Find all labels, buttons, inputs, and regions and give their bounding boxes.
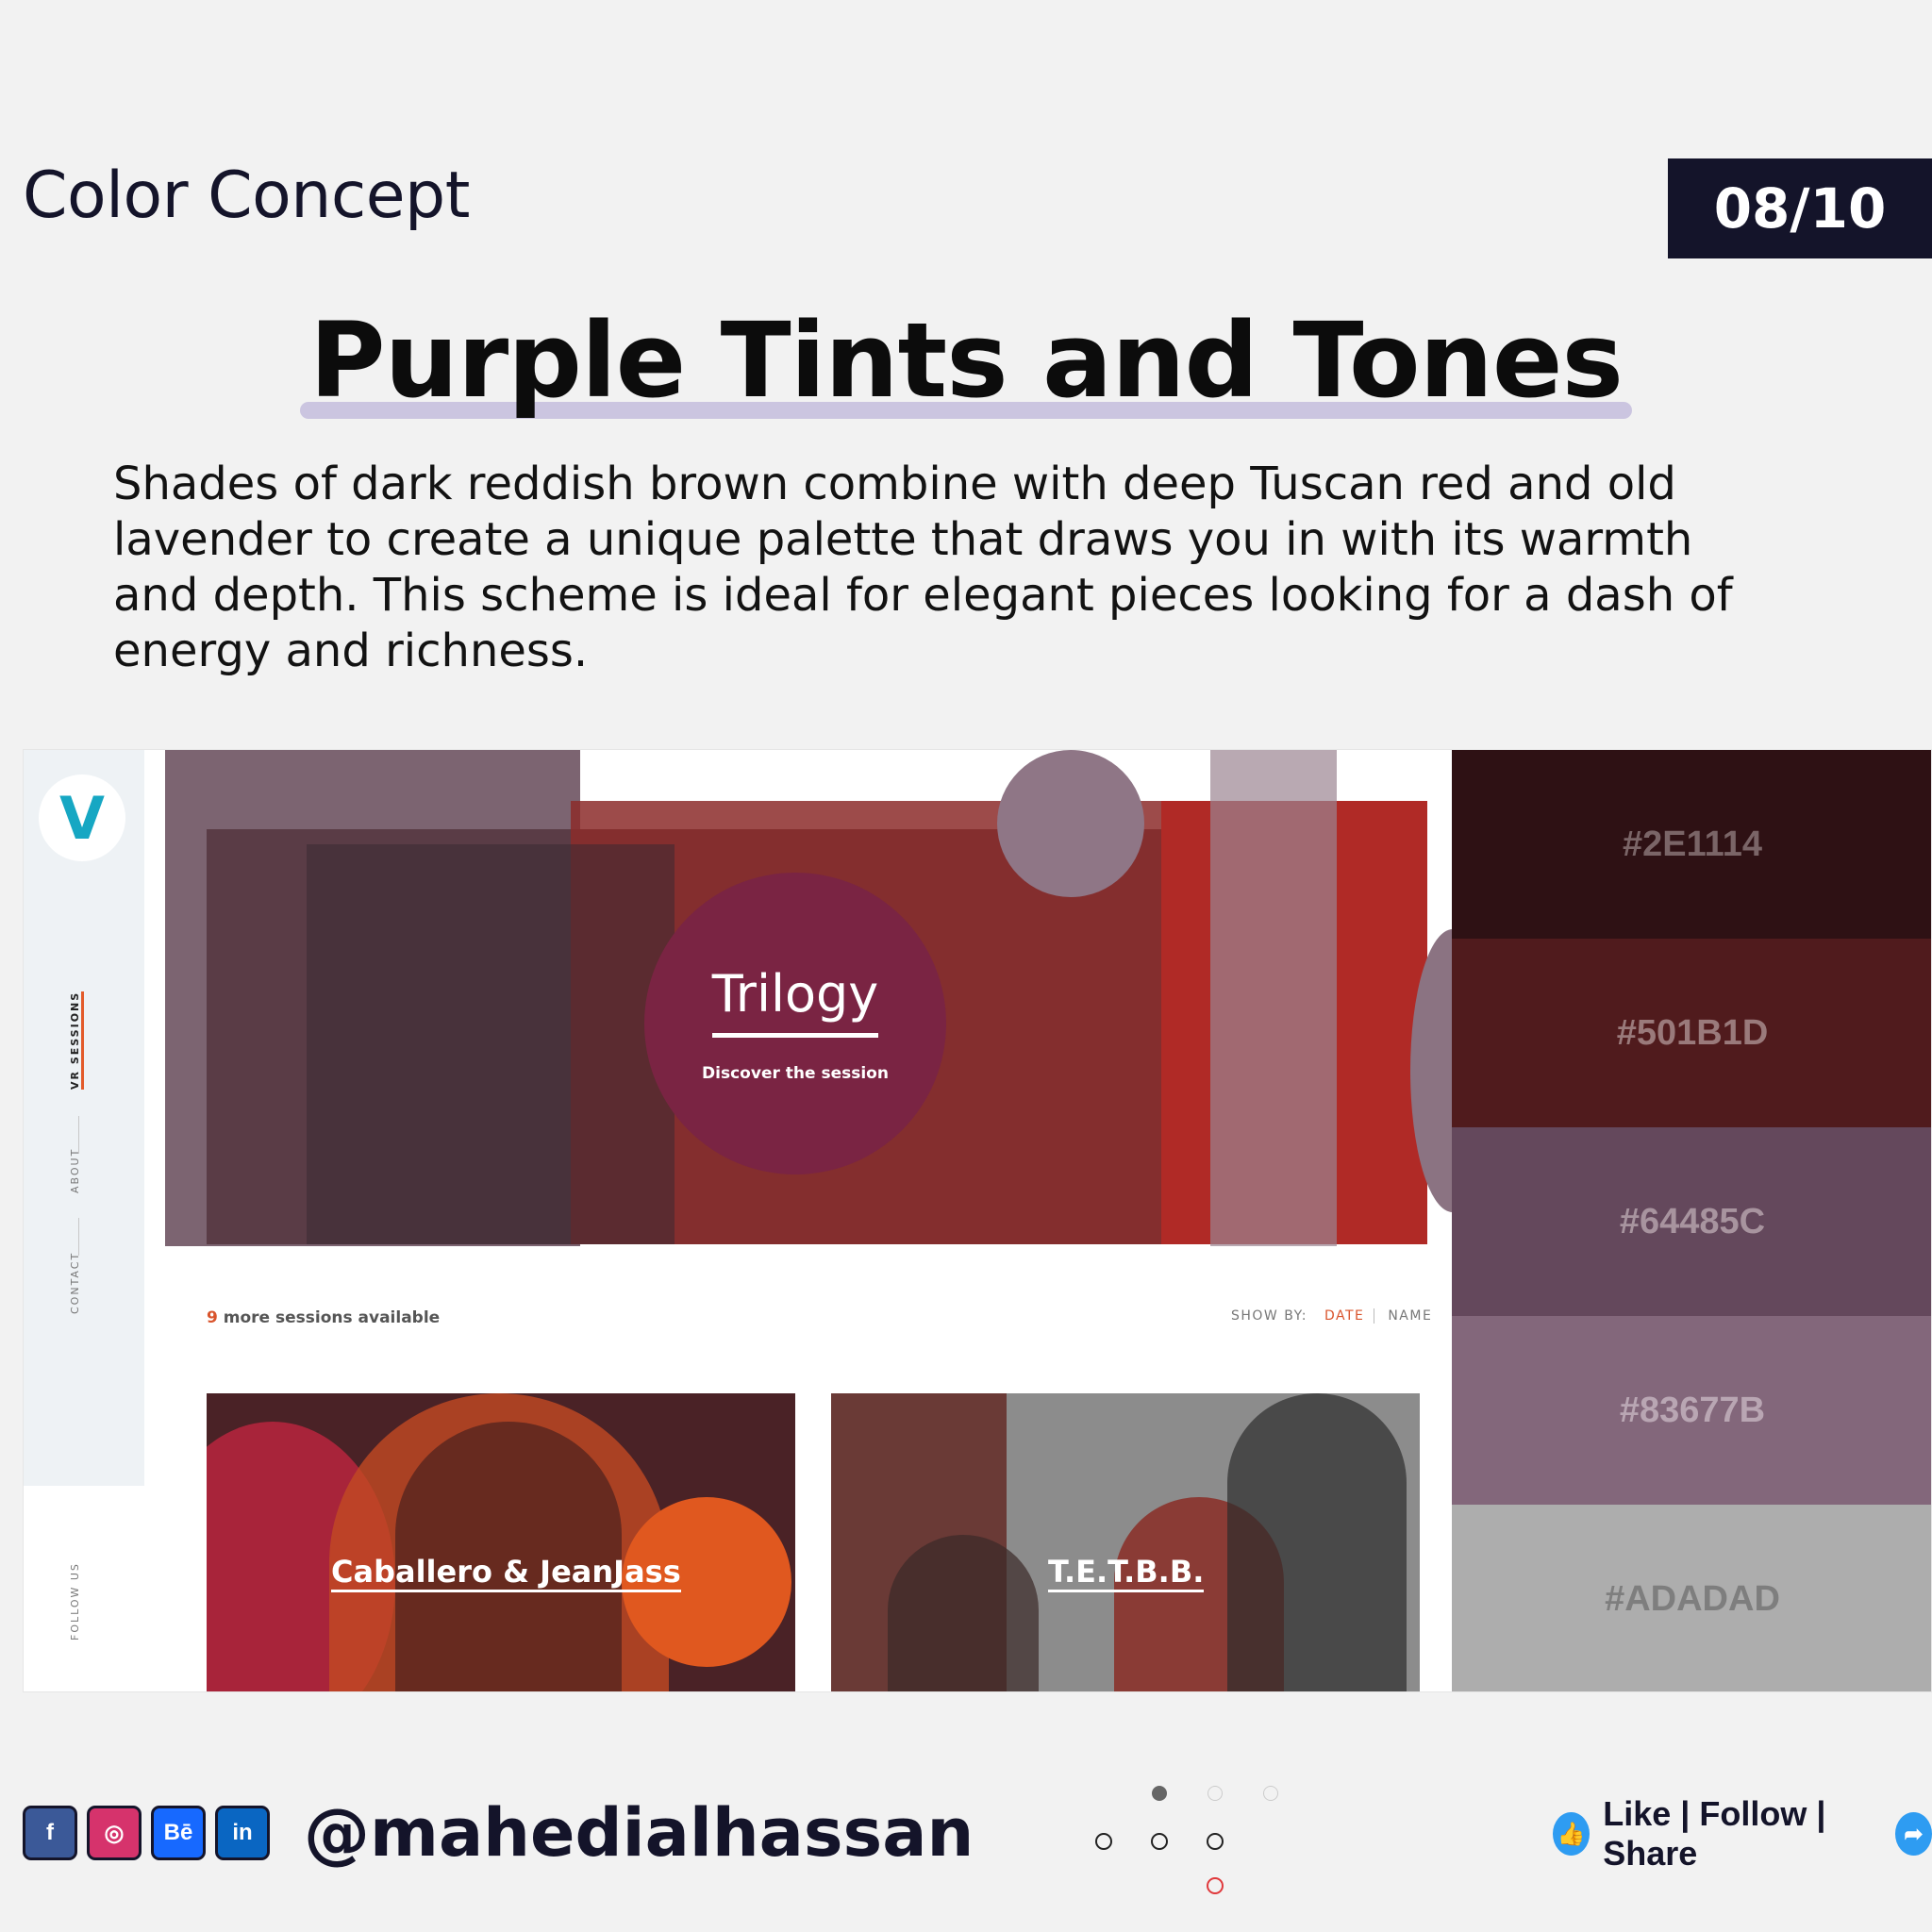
hero-banner[interactable]: Trilogy Discover the session [165,750,1476,1246]
thumbs-up-icon: 👍 [1553,1812,1591,1856]
nav-follow-us[interactable]: FOLLOW US [69,1562,81,1641]
hero-title: Trilogy [711,964,879,1038]
website-mockup: V VR SESSIONS ABOUT CONTACT FOLLOW US Tr… [23,749,1932,1692]
headline: Purple Tints and Tones [300,300,1632,421]
social-handle: @mahedialhassan [304,1794,974,1872]
hero-shape [997,750,1144,897]
pager-ring [1151,1833,1168,1850]
pager-dot [1152,1786,1167,1801]
pager-ring [1095,1833,1112,1850]
sessions-count: 9 [207,1308,218,1327]
swatch-hex: #83677B [1619,1390,1766,1430]
swatch-83677b: #83677B [1452,1316,1931,1505]
share-arrow-icon: ➦ [1894,1812,1932,1856]
swatch-hex: #501B1D [1616,1012,1769,1053]
hero-figure [307,844,675,1244]
mockup-sidebar: V VR SESSIONS ABOUT CONTACT [24,750,144,1486]
hero-session-badge[interactable]: Trilogy Discover the session [644,873,946,1174]
swatch-hex: #2E1114 [1623,824,1762,864]
cta-text: Like | Follow | Share [1603,1794,1826,1873]
show-by-controls: SHOW BY: DATE NAME [1231,1308,1432,1324]
pager-dot [1208,1786,1223,1801]
pager-ring [1207,1833,1224,1850]
headline-container: Purple Tints and Tones [0,300,1932,421]
swatch-64485c: #64485C [1452,1127,1931,1316]
nav-contact[interactable]: CONTACT [69,1252,81,1314]
sessions-text: more sessions available [223,1308,441,1327]
instagram-icon[interactable]: ◎ [87,1806,142,1860]
card-figure [888,1535,1039,1691]
linkedin-icon[interactable]: in [215,1806,270,1860]
swatch-hex: #ADADAD [1605,1578,1780,1619]
swatch-adadad: #ADADAD [1452,1505,1931,1691]
facebook-icon[interactable]: f [23,1806,77,1860]
page-counter: 08/10 [1668,158,1932,258]
card-title[interactable]: T.E.T.B.B. [1048,1554,1205,1592]
series-label: Color Concept [23,158,470,233]
session-card[interactable]: Caballero & JeanJass [207,1393,795,1691]
swatch-2e1114: #2E1114 [1452,750,1931,939]
swatch-hex: #64485C [1619,1201,1766,1241]
show-by-label: SHOW BY: [1231,1308,1307,1324]
card-figure [1227,1393,1407,1691]
card-title[interactable]: Caballero & JeanJass [331,1554,681,1592]
hero-subtitle[interactable]: Discover the session [702,1064,889,1083]
nav-about[interactable]: ABOUT [69,1148,81,1193]
behance-icon[interactable]: Bē [151,1806,206,1860]
like-follow-share[interactable]: 👍 Like | Follow | Share ➦ [1553,1794,1932,1873]
pager-ring-active [1207,1877,1224,1894]
sessions-available: 9 more sessions available [207,1308,440,1327]
sort-by-name[interactable]: NAME [1388,1308,1432,1324]
description: Shades of dark reddish brown combine wit… [113,458,1733,677]
mockup-logo[interactable]: V [39,774,125,861]
hero-shape [1210,750,1337,1246]
nav-divider [78,1218,79,1256]
sort-by-date[interactable]: DATE [1324,1308,1375,1324]
pager-dot [1263,1786,1278,1801]
session-card[interactable]: T.E.T.B.B. [831,1393,1420,1691]
swatch-501b1d: #501B1D [1452,939,1931,1127]
nav-vr-sessions[interactable]: VR SESSIONS [69,991,84,1090]
